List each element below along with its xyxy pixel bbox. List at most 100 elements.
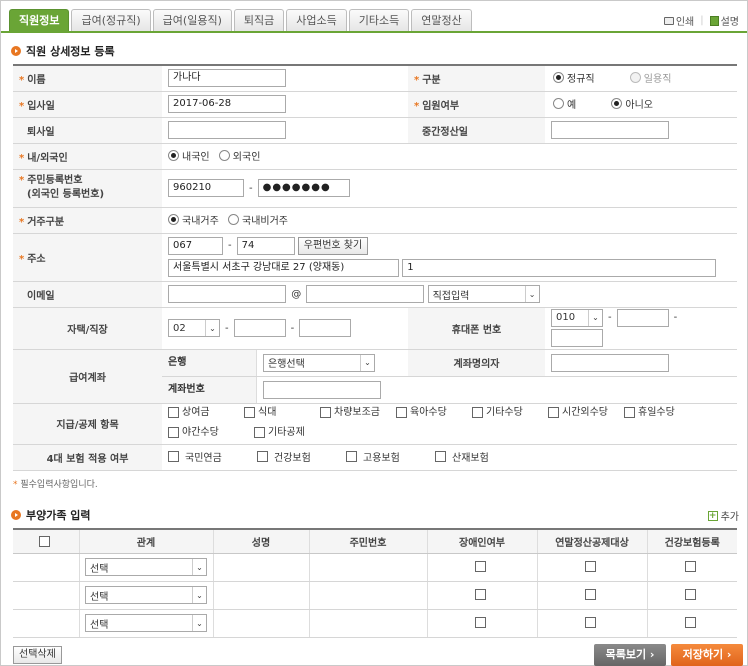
nationality-label: * 내/외국인 [13, 143, 162, 170]
insurance-checkbox[interactable]: 건강보험 [257, 449, 340, 464]
home-area-select[interactable]: 02 ⌄ [168, 319, 220, 337]
pay-item-checkbox[interactable]: 육아수당 [396, 404, 466, 421]
chevron-down-icon: ⌄ [588, 309, 602, 326]
health-checkbox[interactable] [685, 589, 697, 601]
pay-item-checkbox[interactable]: 휴일수당 [624, 404, 694, 421]
type-regular-radio[interactable]: 정규직 [553, 70, 595, 85]
disabled-checkbox[interactable] [475, 589, 486, 601]
email-domain-select[interactable]: 직접입력 ⌄ [427, 285, 540, 303]
email-id-input[interactable] [168, 285, 286, 303]
tab-employee-info[interactable]: 직원정보 [9, 9, 70, 31]
dependent-rrn-cell[interactable] [308, 553, 427, 582]
mobile-mid-input[interactable] [616, 308, 669, 327]
yearend-checkbox[interactable] [585, 589, 596, 601]
health-checkbox[interactable] [685, 617, 697, 629]
pay-item-checkbox[interactable]: 야간수당 [168, 424, 248, 441]
document-icon [709, 15, 719, 26]
dependent-name-cell[interactable] [212, 553, 309, 582]
insurance-checkbox[interactable]: 고용보험 [346, 449, 429, 464]
tab-severance[interactable]: 퇴직금 [233, 9, 285, 31]
pay-item-checkbox[interactable]: 시간외수당 [548, 404, 618, 421]
delete-selected-button[interactable]: 선택삭제 [13, 646, 62, 664]
yearend-checkbox[interactable] [585, 617, 596, 629]
home-mid-input[interactable] [233, 319, 286, 337]
mobile-last-input[interactable] [551, 328, 603, 347]
dependent-row: 선택 ⌄ [13, 553, 737, 582]
health-checkbox[interactable] [685, 561, 697, 573]
tab-business-income[interactable]: 사업소득 [286, 9, 347, 31]
dependent-row: 선택 ⌄ [13, 609, 737, 638]
home-phone-label: 자택/직장 [13, 307, 162, 350]
relation-select[interactable]: 선택 ⌄ [85, 614, 207, 632]
list-view-button[interactable]: 목록보기 › [594, 644, 666, 666]
dependent-name-cell[interactable] [212, 581, 309, 610]
insurance-checkbox[interactable]: 국민연금 [168, 449, 251, 464]
account-holder-input[interactable] [551, 353, 669, 372]
residence-domestic-radio[interactable]: 국내거주 [168, 212, 219, 227]
address1-input[interactable]: 서울특별시 서초구 강남대로 27 (양재동) [168, 258, 399, 277]
address-label: * 주소 [13, 233, 162, 282]
chevron-down-icon: ⌄ [524, 286, 539, 302]
pay-item-checkbox[interactable]: 상여금 [168, 404, 238, 421]
pay-item-checkbox[interactable]: 기타공제 [254, 424, 324, 441]
pay-item-checkbox[interactable]: 식대 [244, 404, 314, 421]
bank-label: 은행 [162, 349, 257, 376]
disabled-checkbox[interactable] [475, 561, 486, 573]
chevron-down-icon: ⌄ [360, 354, 374, 371]
insurance-checkbox[interactable]: 산재보험 [435, 449, 518, 464]
select-all-header [13, 529, 79, 554]
leave-date-label: 퇴사일 [13, 117, 162, 144]
rrn-front-input[interactable]: 960210 [168, 179, 244, 197]
pay-item-checkbox[interactable]: 기타수당 [472, 404, 542, 421]
leave-date-input[interactable] [168, 121, 286, 139]
dependent-name-cell[interactable] [212, 609, 309, 638]
insurance-group: 국민연금 건강보험 고용보험 산재보험 [162, 444, 737, 471]
name-input[interactable]: 가나다 [168, 69, 286, 88]
yearend-checkbox[interactable] [585, 561, 596, 573]
select-all-checkbox[interactable] [38, 535, 50, 547]
section-title-employee: 직원 상세정보 등록 [11, 43, 115, 59]
section-title-dependents: 부양가족 입력 [11, 507, 91, 523]
dependent-rrn-cell[interactable] [308, 609, 427, 638]
zip1-input[interactable]: 067 [168, 236, 223, 255]
email-domain-input[interactable] [306, 285, 425, 303]
nationality-domestic-radio[interactable]: 내국인 [168, 148, 210, 163]
dependent-row: 선택 ⌄ [13, 581, 737, 610]
zip-search-button[interactable]: 우편번호 찾기 [297, 236, 369, 255]
tab-year-end[interactable]: 연말정산 [411, 9, 472, 31]
address2-input[interactable]: 1 [402, 258, 717, 277]
chevron-down-icon: ⌄ [192, 615, 206, 631]
pay-items-group: 상여금 식대 차량보조금 육아수당 기타수당 시간외수당 휴일수당야간수당 기타공제 [162, 403, 737, 445]
home-last-input[interactable] [299, 319, 352, 337]
executive-yes-radio[interactable]: 예 [553, 96, 576, 111]
residence-nonresident-radio[interactable]: 국내비거주 [228, 212, 288, 227]
join-date-input[interactable]: 2017-06-28 [168, 95, 286, 113]
relation-select[interactable]: 선택 ⌄ [85, 558, 207, 576]
tab-salary-regular[interactable]: 급여(정규직) [71, 9, 151, 31]
add-dependent-button[interactable]: + 추가 [707, 508, 739, 523]
executive-no-radio[interactable]: 아니오 [611, 96, 653, 111]
chevron-down-icon: ⌄ [192, 587, 206, 603]
account-number-input[interactable] [263, 380, 381, 399]
mid-settle-input[interactable] [551, 121, 669, 139]
rrn-back-input[interactable]: ●●●●●●● [257, 179, 350, 197]
type-daily-radio[interactable]: 일용직 [629, 70, 671, 85]
tab-salary-daily[interactable]: 급여(일용직) [152, 9, 232, 31]
zip2-input[interactable]: 74 [236, 236, 295, 255]
executive-label: * 임원여부 [408, 91, 545, 118]
nationality-foreign-radio[interactable]: 외국인 [218, 148, 260, 163]
bank-select[interactable]: 은행선택 ⌄ [263, 353, 375, 372]
help-link[interactable]: 설명 [709, 13, 739, 28]
tab-other-income[interactable]: 기타소득 [348, 9, 410, 31]
mobile-area-select[interactable]: 010 ⌄ [551, 308, 603, 327]
relation-select[interactable]: 선택 ⌄ [85, 586, 207, 604]
top-links: 인쇄 | 설명 [663, 13, 739, 28]
dependent-rrn-cell[interactable] [308, 581, 427, 610]
save-button[interactable]: 저장하기 › [671, 644, 743, 666]
col-yearend: 연말정산공제대상 [536, 529, 647, 554]
disabled-checkbox[interactable] [475, 617, 486, 629]
email-label: 이메일 [13, 281, 162, 308]
col-name: 성명 [212, 529, 309, 554]
print-link[interactable]: 인쇄 [663, 13, 694, 28]
pay-item-checkbox[interactable]: 차량보조금 [320, 404, 390, 421]
